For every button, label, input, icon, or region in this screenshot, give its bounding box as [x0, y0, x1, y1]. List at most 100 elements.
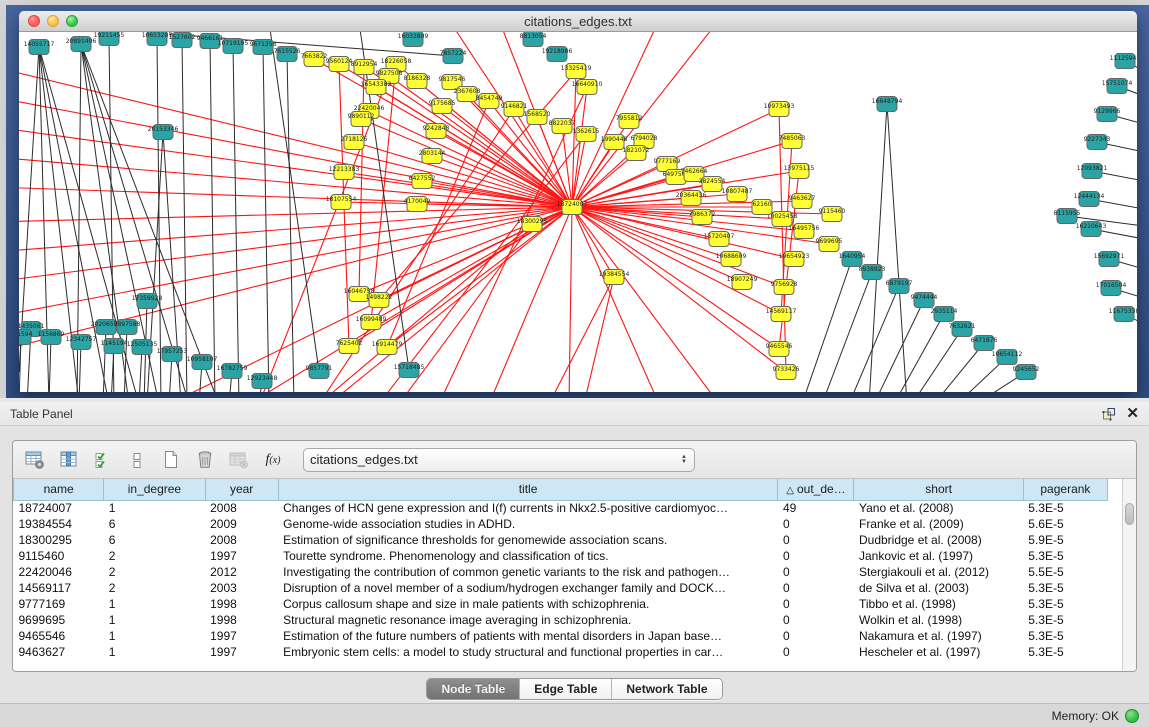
graph-node[interactable]: 9474444 — [911, 293, 938, 308]
table-row[interactable]: 977716911998Corpus callosum shape and si… — [14, 596, 1108, 612]
graph-node[interactable]: 16914479 — [372, 340, 403, 355]
graph-node[interactable]: 16495756 — [789, 224, 820, 239]
table-row[interactable]: 2242004622012Investigating the contribut… — [14, 564, 1108, 580]
graph-node[interactable]: 7986372 — [689, 210, 716, 225]
table-cell[interactable]: 1 — [104, 644, 205, 660]
graph-node[interactable]: 18907249 — [727, 275, 758, 290]
table-cell[interactable]: 1997 — [205, 628, 278, 644]
table-cell[interactable]: de Silva et al. (2003) — [854, 580, 1023, 596]
graph-node[interactable]: 1156869 — [38, 330, 65, 345]
graph-node[interactable]: 8427552 — [409, 174, 436, 189]
table-cell[interactable]: Tourette syndrome. Phenomenology and cla… — [278, 548, 778, 564]
graph-nodes[interactable]: 1405571720891406192114551065328715276029… — [19, 32, 1137, 389]
table-cell[interactable]: 1 — [104, 628, 205, 644]
graph-node[interactable]: 7663822 — [301, 52, 328, 67]
graph-node[interactable]: 16782759 — [217, 364, 248, 379]
table-cell[interactable]: Disruption of a novel member of a sodium… — [278, 580, 778, 596]
graph-node[interactable]: 1640954 — [839, 252, 866, 267]
table-cell[interactable]: 1997 — [205, 644, 278, 660]
close-window-button[interactable] — [28, 15, 40, 27]
selection-mode-button[interactable] — [123, 446, 151, 474]
table-row[interactable]: 946362711997Embryonic stem cells: a mode… — [14, 644, 1108, 660]
table-cell[interactable]: 0 — [778, 564, 854, 580]
table-row[interactable]: 911546021997Tourette syndrome. Phenomeno… — [14, 548, 1108, 564]
table-cell[interactable]: 0 — [778, 548, 854, 564]
table-cell[interactable]: 1 — [104, 596, 205, 612]
graph-node[interactable]: 6879197 — [886, 279, 913, 294]
graph-node[interactable]: 11675338 — [1109, 307, 1137, 322]
graph-node[interactable]: 1568520 — [524, 110, 551, 125]
graph-node[interactable]: 8454749 — [476, 94, 503, 109]
table-cell[interactable]: 18724007 — [14, 500, 104, 516]
zoom-window-button[interactable] — [66, 15, 78, 27]
graph-node[interactable]: 16640910 — [572, 80, 603, 95]
table-cell[interactable]: 5.3E-5 — [1023, 500, 1107, 516]
graph-node[interactable]: 13975115 — [784, 164, 815, 179]
table-cell[interactable]: Investigating the contribution of common… — [278, 564, 778, 580]
table-cell[interactable]: 5.6E-5 — [1023, 516, 1107, 532]
table-cell[interactable]: 0 — [778, 644, 854, 660]
new-table-button[interactable] — [157, 446, 185, 474]
table-cell[interactable]: 9699695 — [14, 612, 104, 628]
table-cell[interactable]: 1998 — [205, 596, 278, 612]
graph-node[interactable]: 10654112 — [992, 350, 1023, 365]
graph-node[interactable]: 7485063 — [779, 134, 806, 149]
node-table[interactable]: namein_degreeyeartitle△out_de…shortpager… — [13, 479, 1136, 671]
table-cell[interactable]: Franke et al. (2009) — [854, 516, 1023, 532]
column-header-outde[interactable]: △out_de… — [778, 479, 854, 500]
graph-node[interactable]: 2718126 — [341, 135, 368, 150]
graph-node[interactable]: 1527602 — [169, 33, 196, 48]
graph-node[interactable]: 12505135 — [127, 340, 158, 355]
graph-node[interactable]: 1145194 — [101, 339, 128, 354]
graph-node[interactable]: 16099489 — [356, 315, 387, 330]
table-cell[interactable]: 2 — [104, 548, 205, 564]
table-cell[interactable]: Stergiakouli et al. (2012) — [854, 564, 1023, 580]
graph-node[interactable]: 7632621 — [949, 322, 976, 337]
table-cell[interactable]: Embryonic stem cells: a model to study s… — [278, 644, 778, 660]
network-view-window[interactable]: citations_edges.txt 14055717208914061921… — [19, 11, 1137, 392]
graph-node[interactable]: 19218986 — [542, 47, 573, 62]
table-cell[interactable]: 9115460 — [14, 548, 104, 564]
graph-node[interactable]: 7615526 — [274, 47, 301, 62]
graph-node[interactable]: 10807487 — [722, 187, 753, 202]
table-cell[interactable]: 0 — [778, 532, 854, 548]
table-cell[interactable]: Yano et al. (2008) — [854, 500, 1023, 516]
graph-node[interactable]: 9245652 — [1013, 365, 1040, 380]
table-cell[interactable]: 2009 — [205, 516, 278, 532]
table-cell[interactable]: 6 — [104, 532, 205, 548]
table-cell[interactable]: 5.3E-5 — [1023, 596, 1107, 612]
column-header-title[interactable]: title — [278, 479, 778, 500]
table-cell[interactable]: Estimation of significance thresholds fo… — [278, 532, 778, 548]
table-row[interactable]: 1872400712008Changes of HCN gene express… — [14, 500, 1108, 516]
table-cell[interactable]: 1998 — [205, 612, 278, 628]
network-canvas[interactable]: 1405571720891406192114551065328715276029… — [19, 32, 1137, 392]
table-scrollbar-thumb[interactable] — [1125, 503, 1134, 525]
float-window-button[interactable] — [1102, 407, 1116, 421]
graph-node[interactable]: 9560124 — [326, 57, 353, 72]
table-type-tabs[interactable]: Node TableEdge TableNetwork Table — [426, 678, 722, 700]
graph-node[interactable]: 19211455 — [94, 32, 125, 46]
graph-node[interactable]: 10688609 — [716, 252, 747, 267]
graph-node[interactable]: 2935114 — [931, 307, 958, 322]
table-cell[interactable]: Jankovic et al. (1997) — [854, 548, 1023, 564]
table-cell[interactable]: 2 — [104, 580, 205, 596]
select-rows-button[interactable] — [89, 446, 117, 474]
table-cell[interactable]: 2008 — [205, 532, 278, 548]
graph-node[interactable]: 9129966 — [1094, 107, 1121, 122]
column-header-year[interactable]: year — [205, 479, 278, 500]
graph-node[interactable]: 9463627 — [789, 194, 816, 209]
table-cell[interactable]: 6 — [104, 516, 205, 532]
graph-node[interactable]: 11125940 — [1110, 54, 1137, 69]
graph-node[interactable]: 8186328 — [404, 74, 431, 89]
table-cell[interactable]: 9463627 — [14, 644, 104, 660]
table-cell[interactable]: 2012 — [205, 564, 278, 580]
table-cell[interactable]: 0 — [778, 628, 854, 644]
table-row[interactable]: 969969511998Structural magnetic resonanc… — [14, 612, 1108, 628]
graph-node[interactable]: 1821072 — [623, 146, 650, 161]
tab-node-table[interactable]: Node Table — [427, 679, 520, 699]
table-cell[interactable]: Corpus callosum shape and size in male p… — [278, 596, 778, 612]
graph-node[interactable]: 10719195 — [218, 39, 249, 54]
graph-node[interactable]: 9115460 — [819, 207, 846, 222]
graph-node[interactable]: 16543382 — [361, 80, 392, 95]
column-header-indegree[interactable]: in_degree — [104, 479, 205, 500]
